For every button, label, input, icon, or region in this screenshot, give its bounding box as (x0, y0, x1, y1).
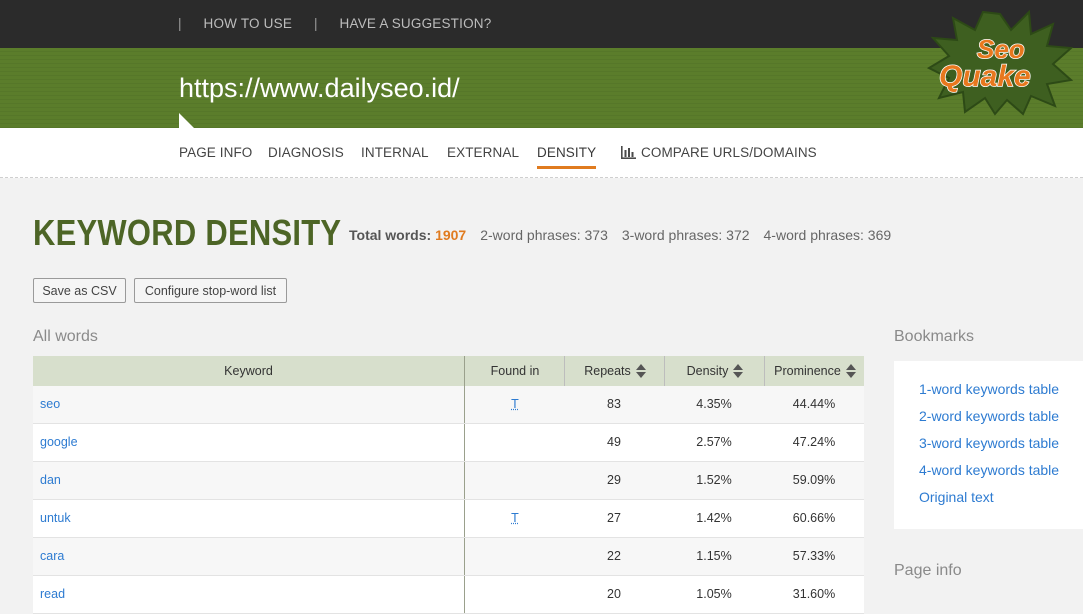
top-nav: | HOW TO USE | HAVE A SUGGESTION? (178, 16, 513, 31)
total-words-label: Total words: (349, 227, 432, 243)
url-banner: https://www.dailyseo.id/ (0, 48, 1083, 128)
nav-separator: | (314, 16, 318, 31)
repeats-value: 27 (607, 511, 621, 525)
col-density-label: Density (686, 364, 729, 378)
repeats-value: 20 (607, 587, 621, 601)
seoquake-logo[interactable]: Seo Quake (925, 8, 1075, 116)
found-in-value[interactable]: T (464, 500, 565, 537)
col-prominence[interactable]: Prominence (764, 356, 865, 386)
banner-notch (179, 113, 194, 128)
tab-page-info[interactable]: PAGE INFO (179, 145, 252, 160)
phrase3-value: 372 (726, 227, 750, 243)
bookmark-1-word[interactable]: 1-word keywords table (919, 381, 1059, 397)
bookmark-2-word[interactable]: 2-word keywords table (919, 408, 1059, 424)
prominence-value: 31.60% (792, 587, 836, 601)
density-value: 4.35% (696, 397, 732, 411)
col-keyword[interactable]: Keyword (33, 356, 464, 386)
sort-arrows-icon (845, 364, 856, 378)
density-value: 2.57% (696, 435, 732, 449)
density-value: 1.42% (696, 511, 732, 525)
bookmark-3-word[interactable]: 3-word keywords table (919, 435, 1059, 451)
found-in-value (464, 576, 565, 613)
keyword-link[interactable]: dan (40, 462, 61, 499)
page-url: https://www.dailyseo.id/ (179, 73, 460, 103)
repeats-value: 22 (607, 549, 621, 563)
keyword-link[interactable]: google (40, 424, 78, 461)
repeats-value: 83 (607, 397, 621, 411)
all-words-heading: All words (33, 328, 98, 345)
table-row: cara 22 1.15% 57.33% (33, 538, 864, 576)
bookmark-original-text[interactable]: Original text (919, 489, 994, 505)
tab-diagnosis[interactable]: DIAGNOSIS (268, 145, 344, 160)
phrase3-label: 3-word phrases: (621, 227, 723, 243)
main-tabs: PAGE INFO DIAGNOSIS INTERNAL EXTERNAL DE… (0, 128, 1083, 178)
prominence-value: 57.33% (792, 549, 836, 563)
col-found-in[interactable]: Found in (464, 356, 565, 386)
phrase4-label: 4-word phrases: (763, 227, 864, 243)
nav-separator: | (178, 16, 182, 31)
word-stats: Total words: 1907 2-word phrases: 373 3-wo… (349, 227, 891, 243)
page-title: KEYWORD DENSITY (33, 212, 342, 253)
repeats-value: 49 (607, 435, 621, 449)
col-density[interactable]: Density (664, 356, 765, 386)
total-words-value: 1907 (435, 227, 467, 243)
table-row: google 49 2.57% 47.24% (33, 424, 864, 462)
keyword-link[interactable]: read (40, 576, 65, 613)
prominence-value: 60.66% (792, 511, 836, 525)
prominence-value: 44.44% (792, 397, 836, 411)
keyword-link[interactable]: untuk (40, 500, 71, 537)
tab-density[interactable]: DENSITY (537, 145, 597, 169)
col-prominence-label: Prominence (774, 364, 841, 378)
have-a-suggestion-link[interactable]: HAVE A SUGGESTION? (340, 16, 492, 31)
top-bar: | HOW TO USE | HAVE A SUGGESTION? (0, 0, 1083, 48)
found-in-value (464, 462, 565, 499)
table-row: dan 29 1.52% 59.09% (33, 462, 864, 500)
page-info-heading: Page info (894, 562, 962, 579)
prominence-value: 47.24% (792, 435, 836, 449)
found-in-value[interactable]: T (464, 386, 565, 423)
table-row: seo T 83 4.35% 44.44% (33, 386, 864, 424)
logo-text-quake: Quake (939, 60, 1031, 93)
bookmarks-panel: 1-word keywords table 2-word keywords ta… (894, 361, 1083, 529)
keywords-table: Keyword Found in Repeats Density Promine… (33, 356, 864, 614)
prominence-value: 59.09% (792, 473, 836, 487)
phrase2-value: 373 (584, 227, 608, 243)
bar-chart-icon (621, 146, 636, 159)
bookmarks-heading: Bookmarks (894, 328, 975, 345)
keyword-link[interactable]: cara (40, 538, 64, 575)
save-as-csv-button[interactable]: Save as CSV (33, 278, 126, 303)
sort-arrows-icon (733, 364, 744, 378)
configure-stop-word-button[interactable]: Configure stop-word list (134, 278, 287, 303)
table-header: Keyword Found in Repeats Density Promine… (33, 356, 864, 386)
phrase4-value: 369 (867, 227, 892, 243)
bookmark-4-word[interactable]: 4-word keywords table (919, 462, 1059, 478)
keyword-link[interactable]: seo (40, 386, 60, 423)
found-in-value (464, 424, 565, 461)
tab-external[interactable]: EXTERNAL (447, 145, 519, 160)
col-repeats[interactable]: Repeats (564, 356, 665, 386)
density-value: 1.52% (696, 473, 732, 487)
table-row: read 20 1.05% 31.60% (33, 576, 864, 614)
how-to-use-link[interactable]: HOW TO USE (204, 16, 293, 31)
phrase2-label: 2-word phrases: (480, 227, 581, 243)
tab-compare-urls[interactable]: COMPARE URLS/DOMAINS (621, 145, 817, 160)
density-value: 1.15% (696, 549, 732, 563)
density-value: 1.05% (696, 587, 732, 601)
col-repeats-label: Repeats (584, 364, 631, 378)
found-in-value (464, 538, 565, 575)
tab-internal[interactable]: INTERNAL (361, 145, 429, 160)
sort-arrows-icon (635, 364, 646, 378)
repeats-value: 29 (607, 473, 621, 487)
table-row: untuk T 27 1.42% 60.66% (33, 500, 864, 538)
tab-compare-urls-label: COMPARE URLS/DOMAINS (641, 145, 817, 160)
